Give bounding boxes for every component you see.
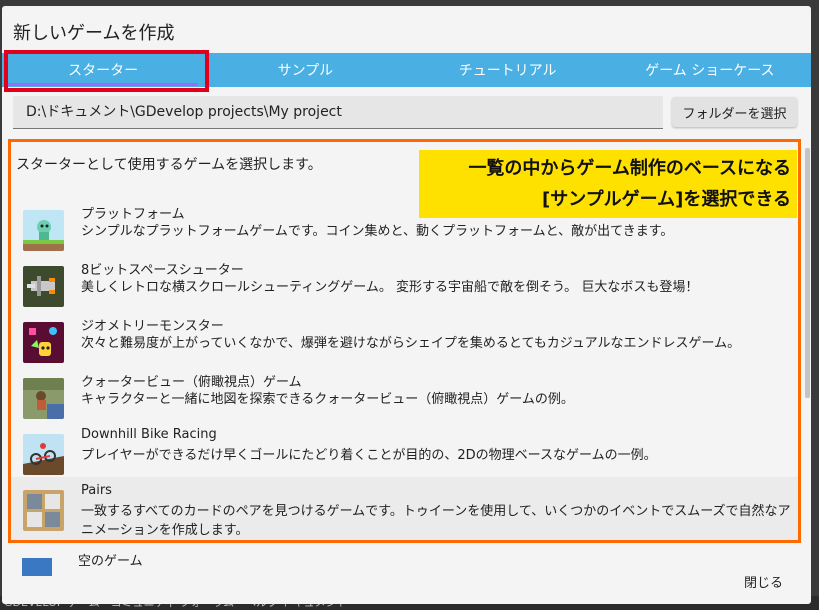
top-down-thumb-icon	[23, 378, 64, 419]
list-item-empty-game[interactable]: 空のゲーム	[22, 546, 522, 576]
starter-list: プラットフォーム シンプルなプラットフォームゲームです。コイン集めと、動くプラッ…	[11, 197, 798, 540]
project-path-row: D:\ドキュメント\GDevelop projects\My project フ…	[13, 92, 803, 132]
tab-examples[interactable]: サンプル	[204, 53, 406, 87]
item-description: 次々と難易度が上がっていくなかで、爆弾を避けながらシェイプを集めるとてもカジュア…	[81, 336, 741, 351]
close-button[interactable]: 閉じる	[744, 572, 783, 591]
list-item[interactable]: プラットフォーム シンプルなプラットフォームゲームです。コイン集めと、動くプラッ…	[11, 197, 798, 253]
tab-bar: スターター サンプル チュートリアル ゲーム ショーケース	[2, 53, 811, 87]
list-item[interactable]: 8ビットスペースシューター 美しくレトロな横スクロールシューティングゲーム。 変…	[11, 253, 798, 309]
dialog-title: 新しいゲームを作成	[13, 23, 175, 44]
item-title: 8ビットスペースシューター	[81, 263, 244, 278]
platformer-thumb-icon	[23, 210, 64, 251]
tab-label: チュートリアル	[458, 63, 557, 79]
tab-label: サンプル	[277, 63, 334, 79]
item-title: Pairs	[81, 483, 112, 498]
new-game-dialog: 新しいゲームを作成 スターター サンプル チュートリアル ゲーム ショーケース …	[2, 6, 811, 604]
item-title: Downhill Bike Racing	[81, 427, 217, 442]
item-title: ジオメトリーモンスター	[81, 319, 224, 334]
item-description: シンプルなプラットフォームゲームです。コイン集めと、動くプラットフォームと、敵が…	[81, 224, 674, 239]
project-path-input[interactable]: D:\ドキュメント\GDevelop projects\My project	[13, 96, 663, 129]
tab-showcase[interactable]: ゲーム ショーケース	[609, 53, 811, 87]
list-item[interactable]: ジオメトリーモンスター 次々と難易度が上がっていくなかで、爆弾を避けながらシェイ…	[11, 309, 798, 365]
item-description: 美しくレトロな横スクロールシューティングゲーム。 変形する宇宙船で敵を倒そう。 …	[81, 280, 699, 295]
space-shooter-thumb-icon	[23, 266, 64, 307]
empty-game-thumb-icon	[22, 558, 52, 576]
pairs-thumb-icon	[23, 490, 64, 531]
geometry-monster-thumb-icon	[23, 322, 64, 363]
callout-line-1: 一覧の中からゲーム制作のベースになる	[468, 158, 791, 179]
list-item[interactable]: Pairs 一致するすべてのカードのペアを見つけるゲームです。トゥイーンを使用し…	[11, 477, 798, 540]
tab-tutorials[interactable]: チュートリアル	[407, 53, 609, 87]
list-item[interactable]: クォータービュー（俯瞰視点）ゲーム キャラクターと一緒に地図を探索できるクォータ…	[11, 365, 798, 421]
item-description: 一致するすべてのカードのペアを見つけるゲームです。トゥイーンを使用して、いくつか…	[81, 504, 791, 538]
choose-folder-button[interactable]: フォルダーを選択	[672, 97, 797, 127]
item-description: キャラクターと一緒に地図を探索できるクォータービュー（俯瞰視点）ゲームの例。	[81, 392, 574, 407]
list-scrollbar[interactable]	[805, 148, 810, 398]
item-title: 空のゲーム	[78, 554, 143, 569]
tab-label: ゲーム ショーケース	[645, 63, 775, 79]
item-description: プレイヤーができるだけ早くゴールにたどり着くことが目的の、2Dの物理ベースなゲー…	[81, 448, 657, 463]
list-item[interactable]: Downhill Bike Racing プレイヤーができるだけ早くゴールにたど…	[11, 421, 798, 477]
bike-racing-thumb-icon	[23, 434, 64, 475]
item-title: プラットフォーム	[81, 207, 185, 222]
item-title: クォータービュー（俯瞰視点）ゲーム	[81, 375, 302, 390]
intro-text: スターターとして使用するゲームを選択します。	[16, 157, 322, 173]
tab-label: スターター	[68, 63, 139, 79]
starter-list-panel: スターターとして使用するゲームを選択します。 一覧の中からゲーム制作のベースにな…	[8, 139, 801, 543]
tab-starters[interactable]: スターター	[2, 53, 204, 87]
